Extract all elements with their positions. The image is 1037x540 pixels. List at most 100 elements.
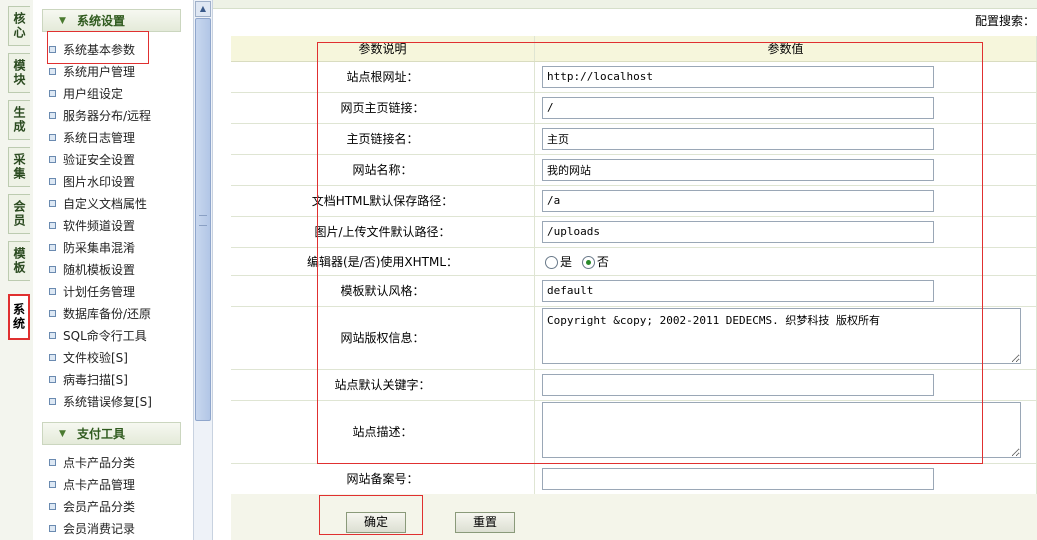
bullet-icon [49,459,56,466]
grip-icon [199,215,207,226]
param-label: 模板默认风格： [231,275,535,307]
tab-collect[interactable]: 采集 [8,147,30,187]
param-label: 网页主页链接： [231,92,535,124]
table-row: 站点根网址： [231,61,1037,93]
param-label: 编辑器(是/否)使用XHTML： [231,247,535,276]
table-row: 网站版权信息： Copyright &copy; 2002-2011 DEDEC… [231,306,1037,370]
table-row: 网站备案号： [231,463,1037,495]
bullet-icon [49,332,56,339]
column-header-value: 参数值 [534,36,1037,62]
menu-item-users[interactable]: 系统用户管理 [49,63,135,81]
table-row: 编辑器(是/否)使用XHTML： 是 否 [231,247,1037,276]
menu-item-anti-collect[interactable]: 防采集串混淆 [49,239,135,257]
column-header-desc: 参数说明 [231,36,535,62]
indexurl-input[interactable] [542,96,934,119]
config-search-label: 配置搜索： [974,14,1035,28]
section-title: 系统设置 [77,14,126,28]
tab-template[interactable]: 模板 [8,241,30,281]
menu-item-software-channel[interactable]: 软件频道设置 [49,217,135,235]
description-textarea[interactable] [542,402,1021,458]
menu-item-basic-params[interactable]: 系统基本参数 [49,41,135,59]
menu-item-doc-attributes[interactable]: 自定义文档属性 [49,195,147,213]
bullet-icon [49,525,56,532]
table-row: 站点默认关键字： [231,369,1037,401]
bullet-icon [49,354,56,361]
menu-item-card-manage[interactable]: 点卡产品管理 [49,476,135,494]
table-row: 网页主页链接： [231,92,1037,124]
param-label: 图片/上传文件默认路径： [231,216,535,248]
radio-yes[interactable] [545,255,558,269]
arcdir-input[interactable] [542,189,934,212]
medias-dir-input[interactable] [542,220,934,243]
submit-button[interactable]: 确定 [346,512,406,533]
menu-item-error-repair[interactable]: 系统错误修复[S] [49,393,152,411]
scroll-up-arrow-icon[interactable]: ▲ [195,1,211,17]
bullet-icon [49,46,56,53]
menu-item-watermark[interactable]: 图片水印设置 [49,173,135,191]
bullet-icon [49,112,56,119]
param-label: 站点根网址： [231,61,535,93]
menu-item-member-product-category[interactable]: 会员产品分类 [49,498,135,516]
radio-no-label: 否 [596,254,609,269]
df-style-input[interactable] [542,279,934,302]
top-strip [213,0,1037,9]
bullet-icon [49,178,56,185]
menu-item-scheduled-tasks[interactable]: 计划任务管理 [49,283,135,301]
beian-input[interactable] [542,467,934,490]
menu-item-file-check[interactable]: 文件校验[S] [49,349,128,367]
menu-item-virus-scan[interactable]: 病毒扫描[S] [49,371,128,389]
param-label: 文档HTML默认保存路径： [231,185,535,217]
bullet-icon [49,156,56,163]
collapse-arrow-icon: ▼ [59,429,66,439]
bullet-icon [49,503,56,510]
table-row: 模板默认风格： [231,275,1037,307]
param-label: 网站版权信息： [231,306,535,370]
tab-module[interactable]: 模块 [8,53,30,93]
tab-generate[interactable]: 生成 [8,100,30,140]
bullet-icon [49,481,56,488]
menu-item-card-category[interactable]: 点卡产品分类 [49,454,135,472]
menu-item-db-backup[interactable]: 数据库备份/还原 [49,305,151,323]
menu-item-random-template[interactable]: 随机模板设置 [49,261,135,279]
bullet-icon [49,376,56,383]
bullet-icon [49,68,56,75]
collapse-arrow-icon: ▼ [59,16,66,26]
basehost-input[interactable] [542,65,934,88]
table-row: 站点描述： [231,400,1037,464]
tab-member[interactable]: 会员 [8,194,30,234]
menu-item-usergroups[interactable]: 用户组设定 [49,85,123,103]
reset-button[interactable]: 重置 [455,512,515,533]
powerby-textarea[interactable]: Copyright &copy; 2002-2011 DEDECMS. 织梦科技… [542,308,1021,364]
bullet-icon [49,90,56,97]
table-row: 文档HTML默认保存路径： [231,185,1037,217]
param-label: 站点默认关键字： [231,369,535,401]
section-header-payment-tools[interactable]: ▼ 支付工具 [42,422,181,445]
tab-core[interactable]: 核心 [8,6,30,46]
params-table: 参数说明 参数值 站点根网址： 网页主页链接： 主页链接名： 网站名称： 文档H… [231,36,1037,495]
webname-input[interactable] [542,158,934,181]
tab-system[interactable]: 系统 [8,294,30,340]
sidebar-menu: ▼ 系统设置 系统基本参数 系统用户管理 用户组设定 服务器分布/远程 系统日志… [33,0,193,540]
vertical-tab-bar: 核心 模块 生成 采集 会员 模板 系统 [0,0,34,540]
table-row: 网站名称： [231,154,1037,186]
menu-item-security[interactable]: 验证安全设置 [49,151,135,169]
radio-no[interactable] [581,255,595,269]
param-label: 网站备案号： [231,463,535,495]
bullet-icon [49,288,56,295]
bullet-icon [49,244,56,251]
sidebar-scrollbar[interactable]: ▲ [193,0,213,540]
menu-item-member-consumption[interactable]: 会员消费记录 [49,520,135,538]
scroll-thumb[interactable] [195,18,211,421]
menu-item-servers[interactable]: 服务器分布/远程 [49,107,151,125]
menu-item-logs[interactable]: 系统日志管理 [49,129,135,147]
menu-item-sql-tool[interactable]: SQL命令行工具 [49,327,147,345]
bullet-icon [49,200,56,207]
section-header-system-settings[interactable]: ▼ 系统设置 [42,9,181,32]
radio-yes-label: 是 [560,254,573,269]
table-row: 主页链接名： [231,123,1037,155]
indexname-input[interactable] [542,127,934,150]
keywords-input[interactable] [542,373,934,396]
bullet-icon [49,222,56,229]
bullet-icon [49,398,56,405]
bullet-icon [49,134,56,141]
